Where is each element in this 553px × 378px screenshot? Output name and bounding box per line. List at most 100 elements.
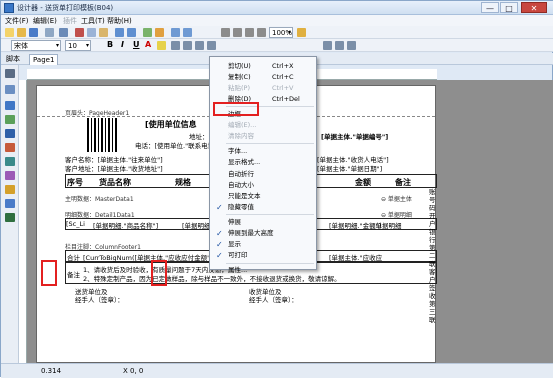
context-menu-item[interactable]: ✓ 显示 [210, 239, 316, 250]
total-bignum-field[interactable]: [CurrToBigNum([单据主体."应收应付金额" [83, 252, 210, 262]
detail-name-field[interactable]: [单据明细."商品名称"] [93, 220, 158, 230]
grid-icon[interactable] [183, 28, 192, 37]
context-menu-label: 伸展到最大高度 [228, 229, 274, 238]
menu-bar: 文件(F) 编辑(E) 插件 工具(T) 帮助(H) [1, 15, 553, 26]
detail-no-field[interactable]: [Sc_Li [66, 220, 85, 228]
menu-edit[interactable]: 编辑(E) [33, 16, 57, 26]
doc-date-field[interactable]: [单据主体."单据日期"] [317, 163, 382, 173]
detail-remark-field[interactable]: [单据明细 [373, 220, 402, 230]
context-menu-label: 清除内容 [228, 132, 254, 141]
valign-mid-icon[interactable] [335, 41, 344, 50]
context-menu-item[interactable]: ✓ 伸展到最大高度 [210, 228, 316, 239]
tab-page1[interactable]: Page1 [29, 54, 59, 65]
context-menu-item[interactable]: 字体... [210, 146, 316, 157]
context-menu-item[interactable]: ✓ 隐藏零值 [210, 202, 316, 213]
underline-button[interactable]: U [133, 40, 140, 49]
col-name[interactable]: 货品名称 [99, 177, 131, 188]
align-right-icon[interactable] [195, 41, 204, 50]
line-icon[interactable] [5, 157, 15, 166]
col-amount[interactable]: 金额 [355, 177, 371, 188]
save-icon[interactable] [29, 28, 38, 37]
paste-icon[interactable] [99, 28, 108, 37]
total-amount-field[interactable]: [单据主体."应收应 [329, 252, 382, 262]
hand-icon[interactable] [5, 85, 15, 94]
close-button[interactable]: ✕ [521, 2, 547, 13]
menu-file[interactable]: 文件(F) [5, 16, 29, 26]
report-title[interactable]: [使用单位信息 [145, 119, 197, 130]
menu-plugin[interactable]: 插件 [63, 16, 77, 26]
context-menu-shortcut: Ctrl+X [272, 61, 294, 70]
context-menu-item[interactable]: 显示格式... [210, 157, 316, 168]
menu-tools[interactable]: 工具(T) [81, 16, 105, 26]
align-icon[interactable] [171, 28, 180, 37]
font-color-button[interactable]: A [145, 40, 151, 49]
justify-icon[interactable] [207, 41, 216, 50]
context-menu-item[interactable]: 自动大小 [210, 180, 316, 191]
doc-number-field[interactable]: [单据主体."单据编号"] [321, 131, 388, 141]
picture-icon[interactable] [5, 115, 15, 124]
cut-icon[interactable] [75, 28, 84, 37]
barcode-icon[interactable] [5, 171, 15, 180]
check-icon: ✓ [216, 203, 223, 213]
italic-button[interactable]: I [121, 40, 124, 49]
preview-icon[interactable] [45, 28, 54, 37]
valign-top-icon[interactable] [323, 41, 332, 50]
undo-icon[interactable] [115, 28, 124, 37]
font-name-combo[interactable]: 宋体 ▾ [11, 40, 61, 51]
context-menu-item[interactable]: 属性... [210, 265, 316, 276]
band-icon[interactable] [155, 28, 164, 37]
sign-right-2[interactable]: 经手人（签章）： [249, 294, 298, 304]
maximize-button[interactable]: □ [500, 2, 518, 13]
phone-field[interactable]: 电话：[使用单位."联系电话"] [135, 140, 220, 150]
text-object-icon[interactable] [5, 101, 15, 110]
band-object-icon[interactable] [5, 129, 15, 138]
redo-icon[interactable] [127, 28, 136, 37]
context-menu-item[interactable]: 剪切(U) Ctrl+X [210, 61, 316, 72]
sign-left-2[interactable]: 经手人（签章）： [75, 294, 124, 304]
insert-icon[interactable] [143, 28, 152, 37]
valign-bottom-icon[interactable] [347, 41, 356, 50]
total-label[interactable]: 合计 [67, 252, 80, 262]
minimize-button[interactable]: — [481, 2, 499, 13]
font-size-combo[interactable]: 10 ▾ [65, 40, 91, 51]
context-menu-label: 自动大小 [228, 180, 254, 189]
col-no[interactable]: 序号 [67, 177, 83, 188]
copy-icon[interactable] [87, 28, 96, 37]
open-icon[interactable] [17, 28, 26, 37]
menu-help[interactable]: 帮助(H) [107, 16, 132, 26]
pointer-icon[interactable] [5, 69, 15, 78]
context-menu-item[interactable]: 编辑(E)... [210, 120, 316, 131]
context-menu-item[interactable]: 只能是文本 [210, 191, 316, 202]
print-icon[interactable] [59, 28, 68, 37]
col-spec[interactable]: 规格 [175, 177, 191, 188]
checkbox-object-icon[interactable] [5, 213, 15, 222]
context-menu-item[interactable]: 粘贴(P) Ctrl+V [210, 83, 316, 94]
format-toolbar: 宋体 ▾ 10 ▾ B I U A [1, 39, 553, 52]
shape-icon[interactable] [5, 199, 15, 208]
col-remark[interactable]: 备注 [395, 177, 411, 188]
align-left-icon[interactable] [171, 41, 180, 50]
context-menu-item[interactable]: 清除内容 [210, 131, 316, 142]
help-icon[interactable] [297, 28, 306, 37]
qr-code[interactable] [87, 118, 119, 152]
context-menu-label: 编辑(E)... [228, 121, 257, 130]
highlight-icon[interactable] [157, 41, 166, 50]
status-bar: 0.314 X 0, 0 [1, 363, 553, 378]
chart-icon[interactable] [5, 185, 15, 194]
frame-icon[interactable] [221, 28, 230, 37]
context-menu-item[interactable]: 伸展 [210, 217, 316, 228]
zoom-combo[interactable]: 100% ▾ [269, 27, 293, 38]
context-menu-item[interactable]: 复制(C) Ctrl+C [210, 72, 316, 83]
subreport-icon[interactable] [5, 143, 15, 152]
frame4-icon[interactable] [257, 28, 266, 37]
frame3-icon[interactable] [245, 28, 254, 37]
context-menu-item[interactable]: 自动折行 [210, 169, 316, 180]
tab-script[interactable]: 脚本 [3, 54, 23, 65]
align-center-icon[interactable] [183, 41, 192, 50]
customer-address-field[interactable]: 客户地址：[单据主体."收货地址"] [65, 163, 163, 173]
new-icon[interactable] [5, 28, 14, 37]
frame2-icon[interactable] [233, 28, 242, 37]
bold-button[interactable]: B [107, 40, 113, 49]
context-menu-item[interactable]: ✓ 可打印 [210, 250, 316, 261]
remark-label[interactable]: 备注 [67, 269, 80, 279]
